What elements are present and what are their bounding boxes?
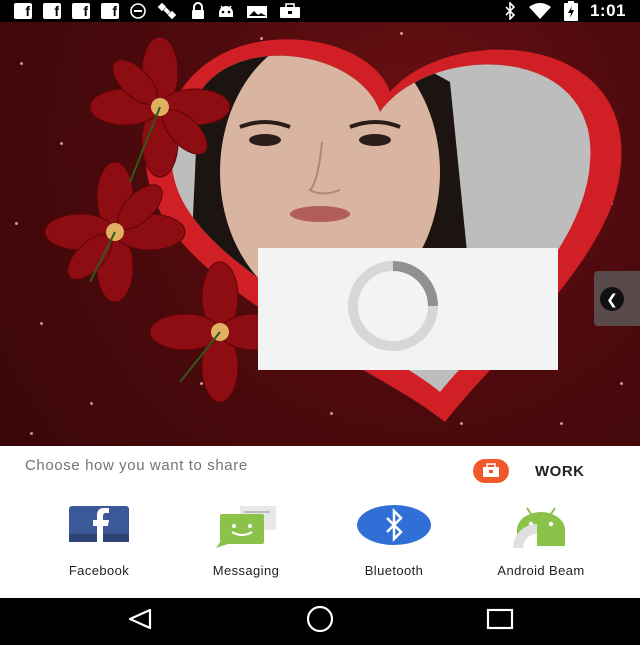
facebook-icon: f bbox=[101, 3, 119, 19]
recents-icon bbox=[486, 608, 514, 630]
share-target-android-beam[interactable]: Android Beam bbox=[476, 504, 606, 578]
share-target-label: Messaging bbox=[212, 563, 280, 578]
work-profile-icon[interactable] bbox=[473, 459, 509, 483]
photo-icon bbox=[247, 6, 267, 18]
work-profile-label[interactable]: WORK bbox=[535, 463, 585, 480]
flower-decoration bbox=[44, 36, 280, 403]
facebook-icon: f bbox=[43, 3, 61, 19]
info-icon bbox=[130, 3, 146, 19]
loading-spinner-icon bbox=[348, 261, 438, 351]
messaging-icon bbox=[214, 504, 278, 548]
home-button[interactable] bbox=[290, 598, 350, 640]
recents-button[interactable] bbox=[470, 598, 530, 640]
facebook-icon: f bbox=[72, 3, 90, 19]
photo-frame-preview: ❮ bbox=[0, 22, 640, 446]
share-target-facebook[interactable]: Facebook bbox=[34, 504, 164, 578]
bluetooth-icon bbox=[505, 2, 516, 20]
share-target-label: Android Beam bbox=[497, 563, 585, 578]
share-target-label: Bluetooth bbox=[364, 563, 424, 578]
loading-dialog bbox=[258, 248, 558, 370]
facebook-icon bbox=[67, 504, 131, 548]
briefcase-icon bbox=[280, 3, 300, 18]
chevron-left-icon: ❮ bbox=[600, 287, 624, 311]
wifi-icon bbox=[528, 3, 551, 19]
back-button[interactable] bbox=[110, 598, 170, 640]
facebook-icon: f bbox=[14, 3, 32, 19]
back-icon bbox=[128, 608, 152, 630]
share-sheet-title: Choose how you want to share bbox=[25, 457, 248, 474]
notification-icons: f f f f bbox=[0, 2, 301, 20]
bluetooth-icon bbox=[357, 504, 431, 548]
system-icons: 1:01 bbox=[504, 0, 626, 22]
lock-icon bbox=[192, 2, 204, 19]
battery-charging-icon bbox=[563, 1, 578, 21]
share-target-bluetooth[interactable]: Bluetooth bbox=[329, 504, 459, 578]
android-icon bbox=[219, 5, 233, 17]
satellite-icon bbox=[157, 2, 177, 20]
share-target-label: Facebook bbox=[68, 563, 130, 578]
navigation-bar bbox=[0, 598, 640, 640]
status-bar: f f f f 1:01 bbox=[0, 0, 640, 22]
side-panel-toggle[interactable]: ❮ bbox=[594, 271, 640, 326]
share-target-messaging[interactable]: Messaging bbox=[181, 504, 311, 578]
share-sheet: Choose how you want to share WORK Facebo… bbox=[0, 446, 640, 598]
clock: 1:01 bbox=[589, 1, 626, 20]
home-icon bbox=[306, 605, 334, 633]
android-beam-icon bbox=[509, 504, 573, 548]
